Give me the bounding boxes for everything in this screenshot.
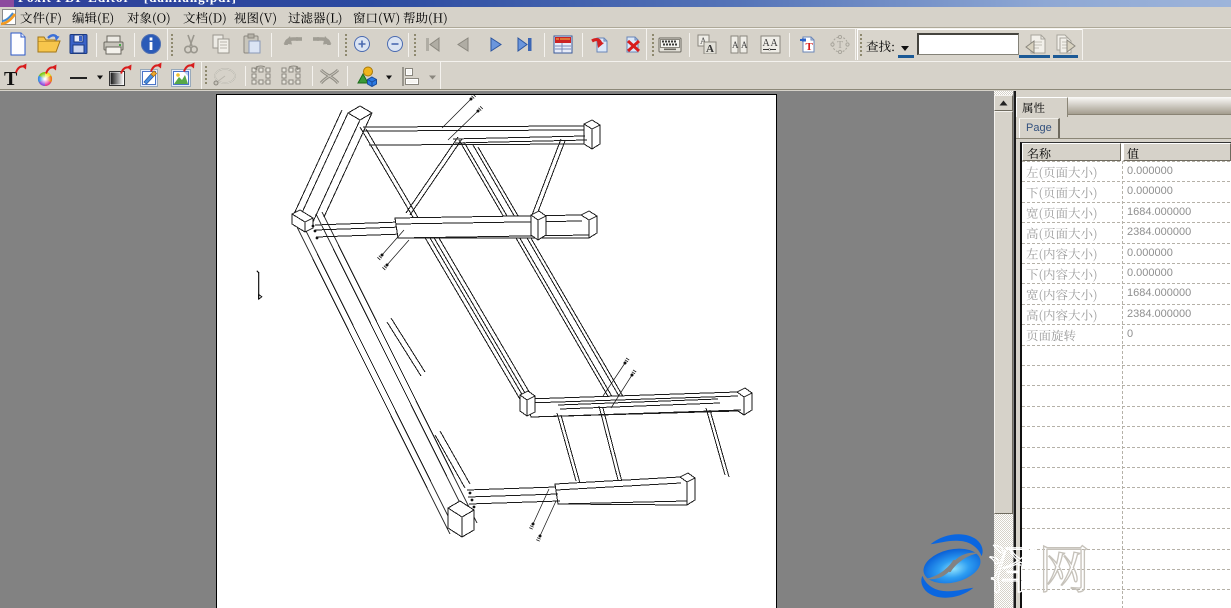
svg-text:A: A bbox=[706, 43, 714, 54]
svg-text:A: A bbox=[763, 38, 771, 49]
svg-text:A: A bbox=[771, 38, 779, 49]
svg-text:T: T bbox=[837, 40, 843, 51]
svg-text:A: A bbox=[732, 40, 739, 50]
svg-text:A: A bbox=[741, 40, 748, 50]
svg-text:T: T bbox=[806, 41, 814, 53]
